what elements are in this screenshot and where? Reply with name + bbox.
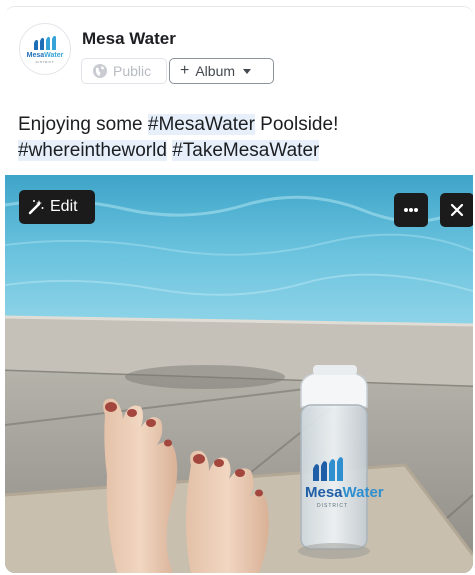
audience-selector[interactable]: Public [81,58,167,84]
post-text[interactable]: Enjoying some #MesaWater Poolside! #wher… [18,112,458,164]
post-text-line-1: Enjoying some #MesaWater Poolside! [18,114,339,135]
audience-label: Public [113,63,152,79]
hashtag-mesawater[interactable]: #MesaWater [147,114,255,135]
album-label: Album [195,63,236,79]
post-composer-card: MesaWater DISTRICT Mesa Water Public + A… [5,6,473,573]
album-button[interactable]: + Album [169,58,274,84]
edit-label: Edit [50,198,78,215]
plus-icon: + [180,62,190,79]
globe-icon [93,64,107,78]
logo-subtitle: DISTRICT [35,59,55,64]
mesa-water-logo-icon [34,35,56,50]
bottle-subtitle: DISTRICT [317,503,348,509]
magic-wand-icon [28,200,44,215]
close-icon [450,203,464,217]
post-text-line-2: #whereintheworld #TakeMesaWater [18,138,458,164]
more-icon [404,208,418,212]
remove-photo-button[interactable] [440,193,473,227]
post-photo[interactable]: MesaWater DISTRICT [5,175,473,573]
edit-photo-button[interactable]: Edit [19,190,95,224]
caret-down-icon [243,68,252,74]
bottle-wordmark: MesaWater [305,484,384,501]
page-avatar[interactable]: MesaWater DISTRICT [19,23,71,75]
poolside-photo-image: MesaWater DISTRICT [5,175,473,573]
hashtag-takemesawater[interactable]: #TakeMesaWater [172,140,320,161]
logo-wordmark: MesaWater [26,51,64,59]
photo-more-button[interactable] [394,193,428,227]
hashtag-whereintheworld[interactable]: #whereintheworld [18,140,167,161]
page-name[interactable]: Mesa Water [82,29,176,49]
